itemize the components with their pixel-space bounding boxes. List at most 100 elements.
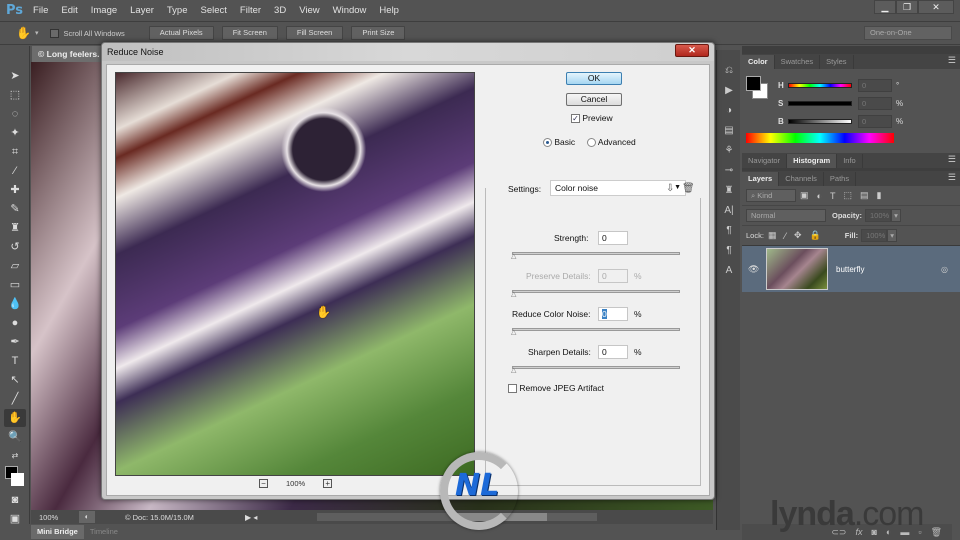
tab-navigator[interactable]: Navigator: [742, 154, 788, 168]
dialog-title-bar[interactable]: Reduce Noise: [102, 43, 714, 61]
ok-button[interactable]: OK: [566, 72, 622, 85]
tab-paths[interactable]: Paths: [824, 172, 857, 186]
clone-source-panel-icon[interactable]: ♜: [721, 183, 737, 199]
screen-mode-icon[interactable]: ▣: [4, 510, 26, 528]
scroll-all-windows-checkbox[interactable]: [50, 28, 60, 38]
filter-smart-object-icon[interactable]: ▤: [860, 190, 869, 201]
layer-name[interactable]: butterfly: [836, 265, 864, 274]
fit-screen-button[interactable]: Fit Screen: [221, 26, 278, 40]
tab-timeline[interactable]: Timeline: [84, 525, 124, 539]
hue-value-field[interactable]: 0: [858, 79, 892, 92]
remove-jpeg-checkbox[interactable]: [508, 384, 517, 394]
history-brush-tool-icon[interactable]: ↺: [4, 238, 26, 256]
hue-slider[interactable]: [788, 83, 852, 88]
properties-panel-icon[interactable]: ▤: [721, 123, 737, 139]
path-selection-tool-icon[interactable]: ↖: [4, 371, 26, 389]
reduce-color-noise-field[interactable]: 0: [598, 307, 628, 321]
restore-button[interactable]: ❐: [896, 0, 918, 14]
menu-layer[interactable]: Layer: [130, 5, 154, 16]
advanced-radio[interactable]: [587, 138, 596, 148]
zoom-level[interactable]: 100%: [39, 513, 79, 522]
tab-info[interactable]: Info: [837, 154, 863, 168]
tab-layers[interactable]: Layers: [742, 172, 780, 186]
panel-menu-icon[interactable]: ☰: [948, 154, 956, 165]
delete-settings-icon[interactable]: 🗑: [682, 183, 695, 194]
basic-radio[interactable]: [543, 138, 552, 148]
brush-panel-icon[interactable]: ⊸: [721, 163, 737, 179]
filter-pixel-icon[interactable]: ▣: [800, 190, 809, 201]
opacity-dropdown-icon[interactable]: ▾: [891, 209, 902, 222]
layer-filter-kind-dropdown[interactable]: ⌕ Kind: [746, 189, 796, 202]
filter-toggle-icon[interactable]: ▮: [876, 190, 881, 201]
minimize-button[interactable]: ▁: [874, 0, 896, 14]
layer-item[interactable]: 👁 butterfly ◎: [742, 246, 960, 292]
menu-file[interactable]: File: [33, 5, 48, 16]
brush-tool-icon[interactable]: ✎: [4, 200, 26, 218]
magic-wand-tool-icon[interactable]: ✦: [4, 124, 26, 142]
workspace-switcher[interactable]: One-on-One: [864, 26, 952, 40]
lock-all-icon[interactable]: 🔒: [810, 230, 821, 241]
tab-mini-bridge[interactable]: Mini Bridge: [31, 525, 84, 539]
menu-image[interactable]: Image: [91, 5, 117, 16]
tool-preset-dropdown-icon[interactable]: ▾: [35, 29, 39, 37]
sharpen-details-slider[interactable]: △: [511, 366, 680, 374]
filter-preview[interactable]: ✋: [115, 72, 475, 476]
menu-help[interactable]: Help: [379, 5, 399, 16]
fill-screen-button[interactable]: Fill Screen: [285, 26, 344, 40]
move-tool-icon[interactable]: ➤: [4, 67, 26, 85]
menu-type[interactable]: Type: [167, 5, 188, 16]
marquee-tool-icon[interactable]: ⬚: [4, 86, 26, 104]
reduce-color-noise-slider-thumb[interactable]: △: [511, 329, 518, 336]
filter-adjustment-icon[interactable]: ◐: [817, 191, 822, 201]
lasso-tool-icon[interactable]: ◌: [4, 105, 26, 123]
zoom-out-button[interactable]: −: [259, 479, 268, 488]
dodge-tool-icon[interactable]: ●: [4, 314, 26, 332]
print-size-button[interactable]: Print Size: [351, 26, 406, 40]
strength-slider-thumb[interactable]: △: [511, 253, 518, 260]
character-styles-panel-icon[interactable]: A: [721, 263, 737, 279]
brightness-value-field[interactable]: 0: [858, 115, 892, 128]
strength-field[interactable]: 0: [598, 231, 628, 245]
document-tab[interactable]: © Long feelers.: [32, 46, 102, 62]
fill-field[interactable]: 100%: [861, 229, 888, 242]
actual-pixels-button[interactable]: Actual Pixels: [148, 26, 214, 40]
foreground-color-swatch[interactable]: [746, 76, 761, 91]
tab-channels[interactable]: Channels: [779, 172, 824, 186]
color-swatches[interactable]: [0, 466, 29, 490]
zoom-in-button[interactable]: +: [323, 479, 333, 488]
close-button[interactable]: ✕: [918, 0, 954, 14]
tab-color[interactable]: Color: [742, 55, 775, 69]
reduce-color-noise-slider[interactable]: △: [511, 328, 680, 336]
save-settings-icon[interactable]: ⇩: [666, 183, 674, 194]
blend-mode-dropdown[interactable]: Normal: [746, 209, 826, 222]
filter-shape-icon[interactable]: ⬚: [843, 190, 852, 201]
lock-transparent-icon[interactable]: ▦: [768, 230, 777, 241]
tab-styles[interactable]: Styles: [820, 55, 854, 69]
swap-colors-icon[interactable]: ⇄: [4, 447, 26, 465]
pen-tool-icon[interactable]: ✒: [4, 333, 26, 351]
menu-filter[interactable]: Filter: [240, 5, 261, 16]
saturation-value-field[interactable]: 0: [858, 97, 892, 110]
crop-tool-icon[interactable]: ⌗: [4, 143, 26, 161]
lock-image-icon[interactable]: ⁄: [784, 231, 786, 241]
eyedropper-tool-icon[interactable]: ⁄: [4, 162, 26, 180]
paragraph-styles-panel-icon[interactable]: ¶: [721, 243, 737, 259]
menu-3d[interactable]: 3D: [274, 5, 286, 16]
type-tool-icon[interactable]: T: [4, 352, 26, 370]
preview-checkbox[interactable]: ✓: [571, 114, 580, 124]
sharpen-details-slider-thumb[interactable]: △: [511, 367, 518, 374]
layer-thumbnail[interactable]: [766, 248, 828, 290]
zoom-tool-icon[interactable]: 🔍: [4, 428, 26, 446]
quick-mask-icon[interactable]: ◙: [4, 491, 26, 509]
filter-type-icon[interactable]: T: [830, 191, 836, 201]
character-panel-icon[interactable]: A|: [721, 203, 737, 219]
gradient-tool-icon[interactable]: ▭: [4, 276, 26, 294]
visibility-eye-icon[interactable]: 👁: [748, 264, 759, 275]
healing-brush-tool-icon[interactable]: ✚: [4, 181, 26, 199]
lock-position-icon[interactable]: ✥: [794, 230, 802, 241]
hand-tool-icon[interactable]: ✋: [4, 409, 26, 427]
brightness-slider[interactable]: [788, 119, 852, 124]
history-panel-icon[interactable]: ⎌: [721, 63, 737, 79]
panel-menu-icon[interactable]: ☰: [948, 172, 956, 183]
menu-view[interactable]: View: [299, 5, 319, 16]
